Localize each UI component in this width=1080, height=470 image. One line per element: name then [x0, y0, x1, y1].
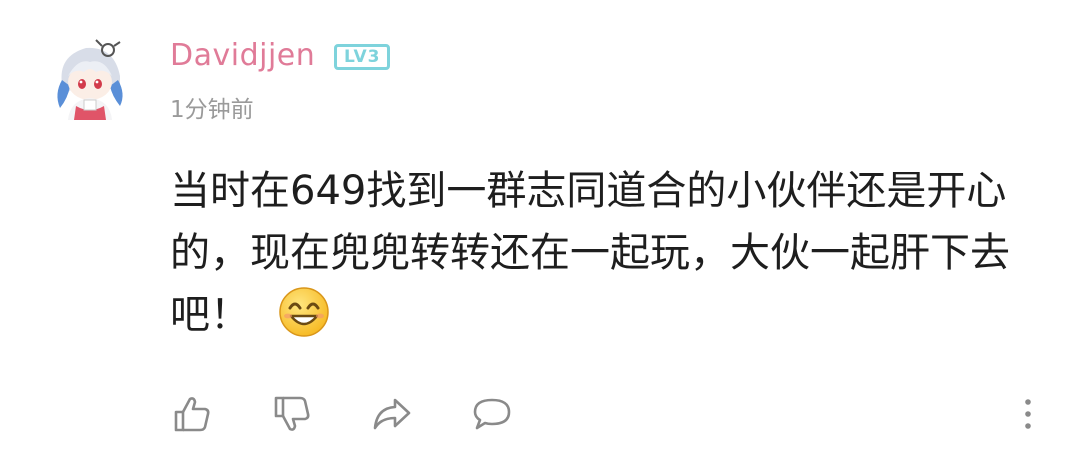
share-arrow-icon — [373, 398, 411, 430]
level-badge: LV3 — [334, 44, 391, 70]
thumbs-up-icon — [174, 397, 210, 432]
dislike-button[interactable] — [270, 392, 314, 436]
more-options-button[interactable] — [1006, 392, 1050, 436]
share-button[interactable] — [370, 392, 414, 436]
like-button[interactable] — [170, 392, 214, 436]
avatar[interactable] — [48, 36, 132, 120]
action-bar — [170, 392, 1050, 440]
reply-button[interactable] — [470, 392, 514, 436]
comment-item: Davidjjen LV3 1分钟前 当时在649找到一群志同道合的小伙伴还是开… — [0, 0, 1080, 470]
comment-text: 当时在649找到一群志同道合的小伙伴还是开心的，现在兜兜转转还在一起玩，大伙一起… — [170, 160, 1050, 346]
more-vertical-icon — [1025, 399, 1031, 429]
username[interactable]: Davidjjen — [170, 36, 315, 76]
speech-bubble-icon — [473, 398, 511, 430]
avatar-image — [57, 39, 123, 120]
grinning-face-emoji-icon — [278, 286, 330, 338]
timestamp: 1分钟前 — [170, 97, 254, 123]
thumbs-down-icon — [274, 396, 310, 431]
